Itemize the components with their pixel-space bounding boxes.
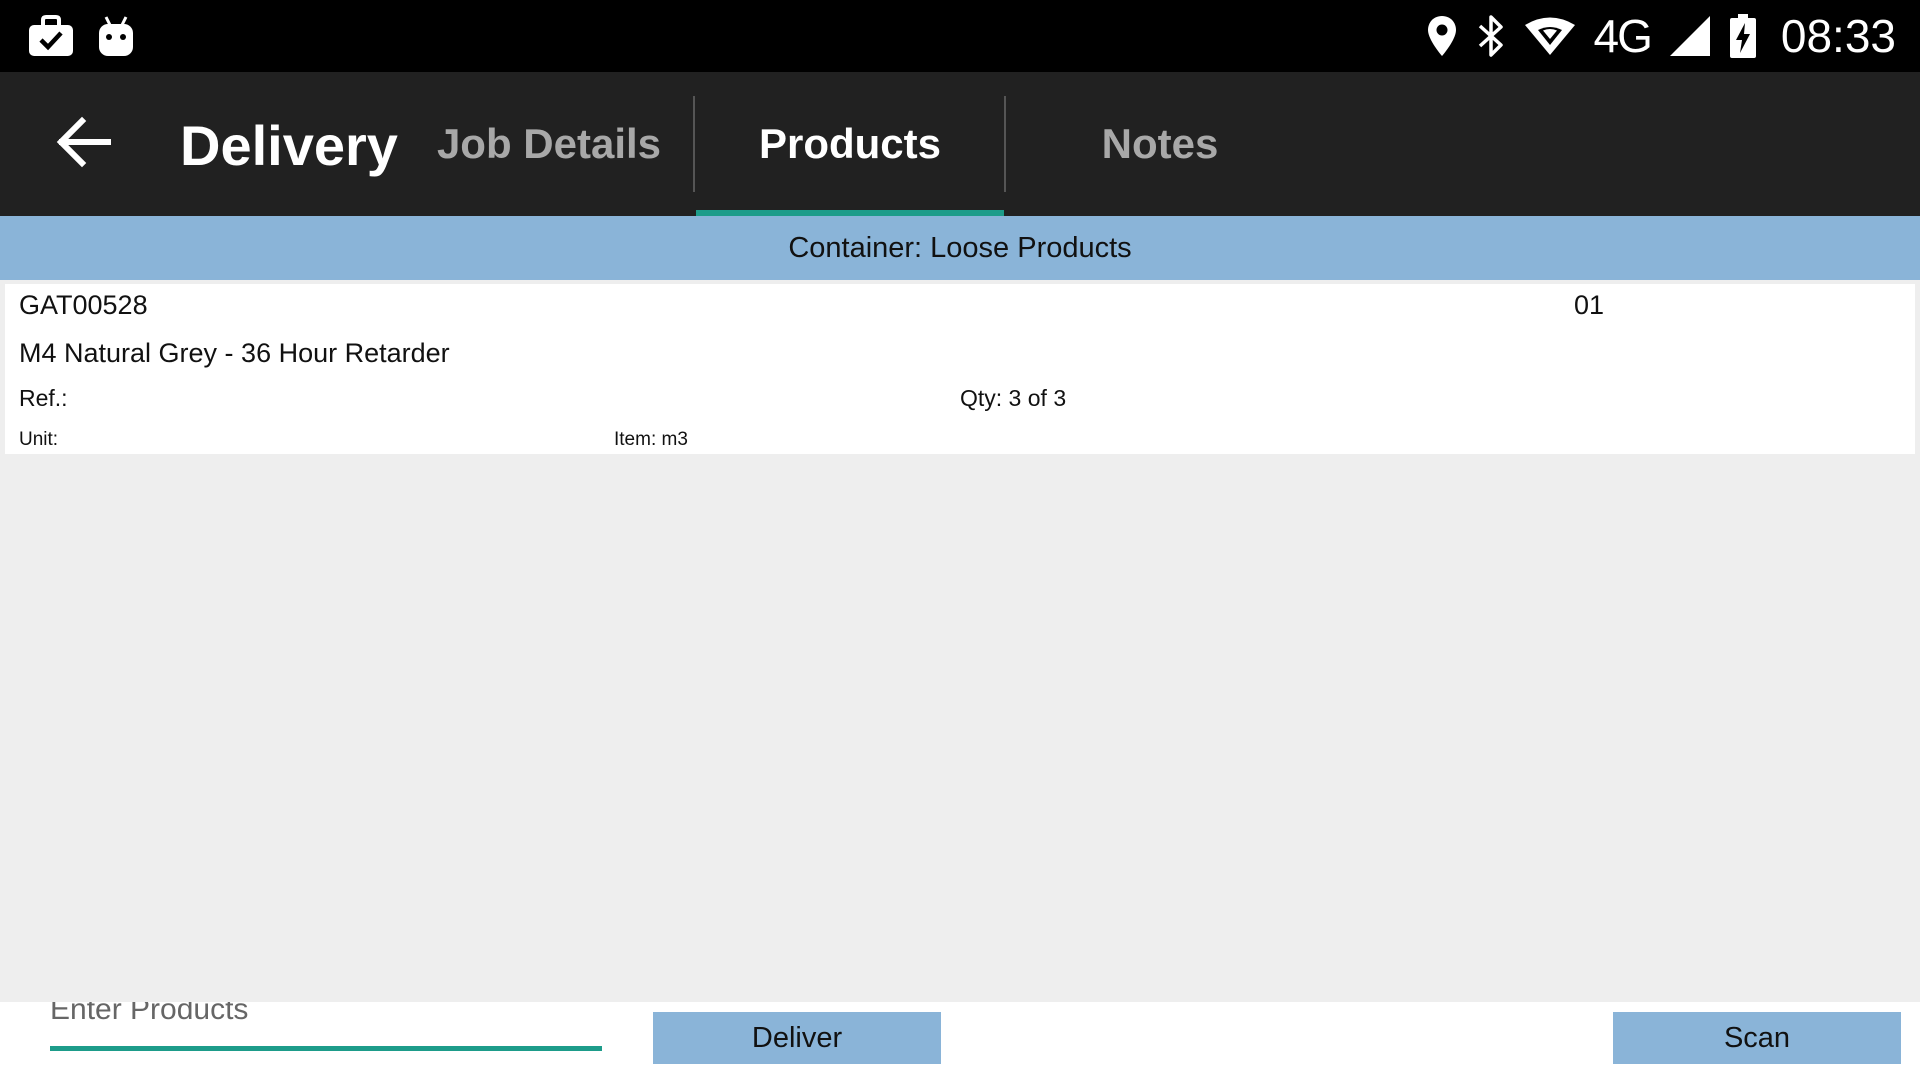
product-ref: Ref.: [19,385,68,411]
network-type-label: 4G [1593,10,1653,62]
battery-charging-icon [1729,13,1757,59]
tab-products[interactable]: Products [696,72,1004,216]
status-left-icons [28,12,134,60]
page-title: Delivery [180,114,398,177]
product-code: GAT00528 [19,290,148,320]
status-bar: 4G 08:33 [0,0,1920,72]
bottom-action-bar: Deliver Scan [0,1002,1920,1080]
wifi-icon [1524,16,1576,56]
product-quantity: Qty: 3 of 3 [960,385,1067,411]
tab-notes[interactable]: Notes [1006,72,1314,216]
status-clock: 08:33 [1780,10,1896,62]
tab-divider [693,96,695,192]
scan-button[interactable]: Scan [1613,1012,1901,1064]
location-pin-icon [1426,14,1458,58]
arrow-back-icon [56,116,112,173]
product-description: M4 Natural Grey - 36 Hour Retarder [19,338,450,368]
briefcase-check-icon [28,15,74,57]
status-right-icons: 4G 08:33 [1426,0,1896,72]
deliver-button[interactable]: Deliver [653,1012,941,1064]
android-robot-icon [98,15,134,57]
enter-products-input[interactable] [50,1002,602,1040]
app-bar: Delivery Job Details Products Notes [0,72,1920,216]
bluetooth-icon [1476,13,1506,59]
input-underline [50,1046,602,1051]
cell-signal-icon [1669,15,1711,57]
product-list-item[interactable]: GAT00528 01 M4 Natural Grey - 36 Hour Re… [5,284,1915,454]
container-header: Container: Loose Products [0,216,1920,280]
product-unit: Unit: [19,429,59,450]
back-button[interactable] [44,106,124,182]
tab-job-details[interactable]: Job Details [404,72,694,216]
product-item: Item: m3 [614,429,688,450]
product-sequence: 01 [1574,290,1605,320]
